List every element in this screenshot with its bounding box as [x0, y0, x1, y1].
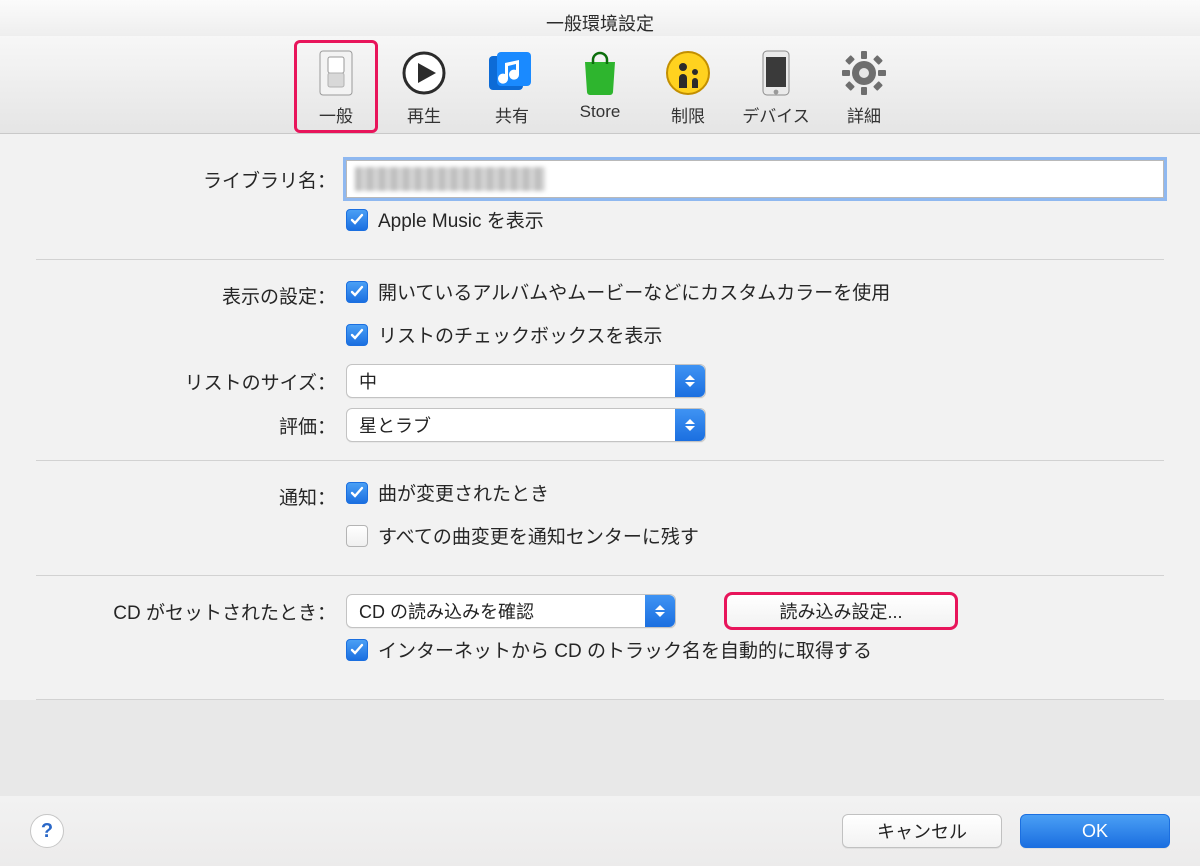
parental-icon	[661, 46, 715, 100]
list-checkboxes-checkbox[interactable]	[346, 324, 368, 346]
toolbar-tab-label: 再生	[407, 102, 441, 127]
toolbar-tab-label: 一般	[319, 102, 353, 127]
custom-color-label: 開いているアルバムやムービーなどにカスタムカラーを使用	[378, 278, 890, 305]
divider	[36, 575, 1164, 576]
rating-label: 評価：	[36, 412, 346, 439]
ok-button-label: OK	[1082, 821, 1108, 842]
toolbar-tab-label: 詳細	[847, 102, 881, 127]
toolbar-tab-store[interactable]: Store	[560, 42, 640, 131]
help-icon: ?	[41, 820, 53, 843]
library-name-label: ライブラリ名：	[36, 166, 346, 193]
auto-fetch-label: インターネットから CD のトラック名を自動的に取得する	[378, 636, 872, 663]
display-settings-label: 表示の設定：	[36, 282, 346, 309]
notify-song-change-checkbox[interactable]	[346, 482, 368, 504]
bag-icon	[573, 46, 627, 100]
toolbar-tab-devices[interactable]: デバイス	[736, 42, 816, 131]
cd-insert-label: CD がセットされたとき：	[36, 598, 346, 625]
gear-icon	[837, 46, 891, 100]
cd-insert-select[interactable]: CD の読み込みを確認	[346, 594, 676, 628]
notify-all-changes-label: すべての曲変更を通知センターに残す	[378, 522, 699, 549]
divider	[36, 699, 1164, 700]
cd-insert-value: CD の読み込みを確認	[359, 598, 534, 624]
rating-value: 星とラブ	[359, 412, 431, 438]
list-size-value: 中	[359, 368, 377, 394]
chevron-updown-icon	[675, 365, 705, 397]
divider	[36, 460, 1164, 461]
preferences-window: 一般環境設定 一般 再生	[0, 0, 1200, 866]
toolbar-tab-general[interactable]: 一般	[296, 42, 376, 131]
phone-icon	[749, 46, 803, 100]
list-size-label: リストのサイズ：	[36, 368, 346, 395]
apple-music-label: Apple Music を表示	[378, 206, 544, 233]
chevron-updown-icon	[645, 595, 675, 627]
toolbar-tab-label: デバイス	[742, 102, 810, 127]
cancel-button-label: キャンセル	[877, 818, 967, 844]
toolbar-tab-sharing[interactable]: 共有	[472, 42, 552, 131]
toolbar-tab-restrictions[interactable]: 制限	[648, 42, 728, 131]
cancel-button[interactable]: キャンセル	[842, 814, 1002, 848]
notify-all-changes-checkbox[interactable]	[346, 525, 368, 547]
help-button[interactable]: ?	[30, 814, 64, 848]
auto-fetch-checkbox[interactable]	[346, 639, 368, 661]
window-title: 一般環境設定	[0, 0, 1200, 36]
toolbar-tab-advanced[interactable]: 詳細	[824, 42, 904, 131]
toolbar-tab-playback[interactable]: 再生	[384, 42, 464, 131]
preferences-toolbar: 一般 再生 共有	[0, 36, 1200, 134]
import-settings-button[interactable]: 読み込み設定...	[726, 594, 956, 628]
list-checkboxes-label: リストのチェックボックスを表示	[378, 321, 662, 348]
custom-color-checkbox[interactable]	[346, 281, 368, 303]
library-name-value-redacted	[355, 167, 545, 191]
divider	[36, 259, 1164, 260]
import-settings-button-label: 読み込み設定...	[779, 598, 902, 624]
notification-label: 通知：	[36, 483, 346, 510]
switch-icon	[309, 46, 363, 100]
dialog-footer: ? キャンセル OK	[0, 796, 1200, 866]
music-stack-icon	[485, 46, 539, 100]
apple-music-checkbox[interactable]	[346, 209, 368, 231]
toolbar-tab-label: 制限	[671, 102, 705, 127]
library-name-input[interactable]	[346, 160, 1164, 198]
play-icon	[397, 46, 451, 100]
general-pane: ライブラリ名： Apple Music を表示 表示の設定：	[0, 134, 1200, 700]
toolbar-tab-label: Store	[580, 102, 621, 122]
toolbar-tab-label: 共有	[495, 102, 529, 127]
list-size-select[interactable]: 中	[346, 364, 706, 398]
rating-select[interactable]: 星とラブ	[346, 408, 706, 442]
notify-song-change-label: 曲が変更されたとき	[378, 479, 549, 506]
chevron-updown-icon	[675, 409, 705, 441]
ok-button[interactable]: OK	[1020, 814, 1170, 848]
